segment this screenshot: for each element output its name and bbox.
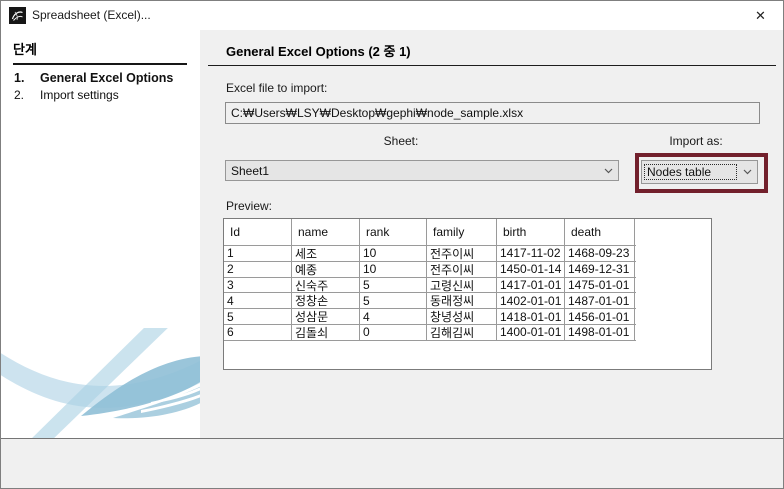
table-cell: 2 <box>224 262 292 277</box>
chevron-down-icon <box>737 169 757 175</box>
sidebar-step-import-settings: 2. Import settings <box>1 88 200 104</box>
table-cell: 고령신씨 <box>427 278 497 293</box>
preview-label: Preview: <box>226 199 272 213</box>
wizard-content-panel: General Excel Options (2 중 1) Excel file… <box>200 30 784 438</box>
swoosh-graphic <box>1 328 200 438</box>
column-header-death: death <box>565 219 635 245</box>
table-row[interactable]: 3신숙주5고령신씨1417-01-011475-01-01 <box>224 278 636 294</box>
table-cell: 1487-01-01 <box>565 293 635 308</box>
table-cell: 1450-01-14 <box>497 262 565 277</box>
table-cell: 1498-01-01 <box>565 325 635 340</box>
table-cell: 1418-01-01 <box>497 309 565 324</box>
table-cell: 6 <box>224 325 292 340</box>
import-as-label: Import as: <box>646 134 746 148</box>
table-row[interactable]: 4정창손5동래정씨1402-01-011487-01-01 <box>224 293 636 309</box>
table-row[interactable]: 6김돌쇠0김해김씨1400-01-011498-01-01 <box>224 325 636 341</box>
import-as-select[interactable]: Nodes table <box>641 160 758 184</box>
excel-file-path-field[interactable]: C:₩Users₩LSY₩Desktop₩gephi₩node_sample.x… <box>225 102 760 124</box>
table-cell: 창녕성씨 <box>427 309 497 324</box>
column-header-family: family <box>427 219 497 245</box>
sheet-label: Sheet: <box>351 134 451 148</box>
spreadsheet-excel-dialog: Spreadsheet (Excel)... ✕ 단계 1. General E… <box>0 0 784 489</box>
table-cell: 1417-11-02 <box>497 246 565 261</box>
table-cell: 정창손 <box>292 293 360 308</box>
chevron-down-icon <box>598 168 618 174</box>
table-cell: 0 <box>360 325 427 340</box>
table-cell: 1417-01-01 <box>497 278 565 293</box>
sheet-selected-value: Sheet1 <box>226 164 598 178</box>
window-title: Spreadsheet (Excel)... <box>32 8 151 22</box>
table-cell: 10 <box>360 262 427 277</box>
close-icon: ✕ <box>755 8 766 24</box>
table-cell: 1456-01-01 <box>565 309 635 324</box>
table-cell: 1475-01-01 <box>565 278 635 293</box>
table-cell: 10 <box>360 246 427 261</box>
step-number: 2. <box>14 88 24 102</box>
table-cell: 4 <box>224 293 292 308</box>
steps-header: 단계 <box>13 39 187 65</box>
column-header-birth: birth <box>497 219 565 245</box>
excel-file-label: Excel file to import: <box>226 81 327 95</box>
table-cell: 성삼문 <box>292 309 360 324</box>
table-cell: 예종 <box>292 262 360 277</box>
column-header-rank: rank <box>360 219 427 245</box>
table-cell: 1 <box>224 246 292 261</box>
table-cell: 김해김씨 <box>427 325 497 340</box>
page-title: General Excel Options (2 중 1) <box>208 41 776 66</box>
gephi-logo-icon <box>9 7 26 24</box>
table-row[interactable]: 5성삼문4창녕성씨1418-01-011456-01-01 <box>224 309 636 325</box>
table-cell: 1400-01-01 <box>497 325 565 340</box>
sidebar-step-general-excel-options: 1. General Excel Options <box>1 71 200 87</box>
table-cell: 1469-12-31 <box>565 262 635 277</box>
table-cell: 4 <box>360 309 427 324</box>
close-button[interactable]: ✕ <box>738 1 783 30</box>
table-header-row: Id name rank family birth death <box>224 219 636 246</box>
table-cell: 1468-09-23 <box>565 246 635 261</box>
table-cell: 신숙주 <box>292 278 360 293</box>
import-as-selected-value: Nodes table <box>644 164 737 180</box>
step-label: General Excel Options <box>40 71 173 85</box>
table-row[interactable]: 1세조10전주이씨1417-11-021468-09-23 <box>224 246 636 262</box>
preview-table: Id name rank family birth death 1세조10전주이… <box>223 218 712 370</box>
titlebar: Spreadsheet (Excel)... ✕ <box>1 1 783 30</box>
column-header-name: name <box>292 219 360 245</box>
table-cell: 5 <box>360 278 427 293</box>
table-cell: 1402-01-01 <box>497 293 565 308</box>
table-cell: 3 <box>224 278 292 293</box>
column-header-id: Id <box>224 219 292 245</box>
bottom-button-bar: < 뒤로(B) 다음(N) > 마침(F) 취소 도움말(H) <box>1 439 783 488</box>
table-cell: 전주이씨 <box>427 246 497 261</box>
table-cell: 전주이씨 <box>427 262 497 277</box>
wizard-steps-sidebar: 단계 1. General Excel Options 2. Import se… <box>1 30 200 438</box>
preview-table-body: 1세조10전주이씨1417-11-021468-09-232예종10전주이씨14… <box>224 246 711 341</box>
table-cell: 5 <box>224 309 292 324</box>
excel-file-path-value: C:₩Users₩LSY₩Desktop₩gephi₩node_sample.x… <box>231 106 523 120</box>
sheet-select[interactable]: Sheet1 <box>225 160 619 181</box>
step-label: Import settings <box>40 88 119 102</box>
table-cell: 5 <box>360 293 427 308</box>
table-cell: 세조 <box>292 246 360 261</box>
table-row[interactable]: 2예종10전주이씨1450-01-141469-12-31 <box>224 262 636 278</box>
table-cell: 동래정씨 <box>427 293 497 308</box>
table-cell: 김돌쇠 <box>292 325 360 340</box>
step-number: 1. <box>14 71 24 85</box>
